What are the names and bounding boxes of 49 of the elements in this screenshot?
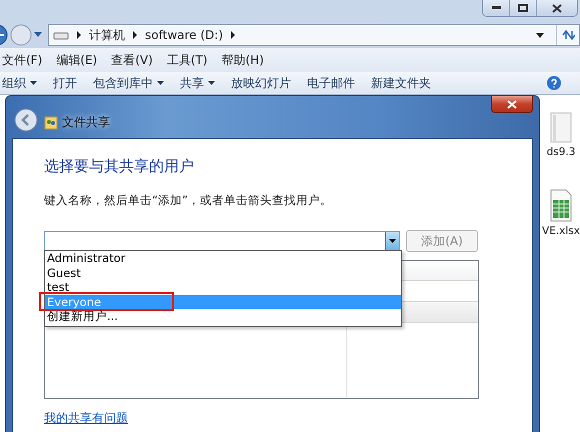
menu-item[interactable]: 编辑(E) (56, 52, 98, 68)
help-link[interactable]: 我的共享有问题 (44, 410, 128, 427)
menu-item[interactable]: 工具(T) (166, 52, 208, 68)
toolbar-button[interactable]: 放映幻灯片 (231, 74, 291, 92)
users-icon (44, 116, 58, 130)
dialog-heading: 选择要与其共享的用户 (44, 157, 195, 176)
file-name[interactable]: VE.xlsx (542, 225, 580, 237)
breadcrumb-arrow-icon[interactable] (77, 31, 81, 39)
breadcrumb[interactable]: 计算机 (89, 26, 125, 44)
toolbar-button[interactable]: 打开 (53, 74, 77, 92)
instruction-text: 键入名称，然后单击“添加”，或者单击箭头查找用户。 (44, 193, 333, 208)
breadcrumb-arrow-icon[interactable] (133, 31, 137, 39)
toolbar-button[interactable]: 共享 (180, 74, 215, 92)
close-button[interactable] (537, 0, 577, 16)
minimize-button[interactable] (483, 0, 510, 16)
breadcrumb-arrow-icon[interactable] (231, 31, 235, 39)
maximize-icon (518, 4, 528, 12)
menu-item[interactable]: 文件(F) (2, 52, 42, 68)
spreadsheet-icon (550, 188, 572, 222)
minimize-icon (492, 6, 500, 10)
caret-icon[interactable] (389, 239, 396, 243)
caret-icon (30, 81, 37, 85)
toolbar-button[interactable]: 新建文件夹 (371, 74, 431, 92)
dropdown-option[interactable]: Guest (45, 266, 401, 280)
caret-icon (208, 81, 215, 85)
close-button[interactable] (491, 96, 534, 113)
back-icon[interactable] (0, 24, 8, 46)
drive-icon (53, 30, 69, 40)
toolbar-button[interactable]: 组织 (2, 74, 37, 92)
menu-item[interactable]: 帮助(H) (222, 52, 264, 68)
back-icon[interactable] (14, 108, 38, 132)
user-combo-box[interactable] (44, 230, 400, 252)
toolbar-button[interactable]: 电子邮件 (307, 74, 355, 92)
breadcrumb[interactable]: software (D:) (145, 28, 223, 42)
file-name[interactable]: ds9.3 (546, 146, 576, 158)
close-icon (507, 100, 518, 108)
caret-icon (157, 81, 164, 85)
close-icon (552, 4, 562, 12)
dialog-title: 文件共享 (62, 114, 110, 131)
address-bar[interactable]: 计算机 software (D:) (48, 24, 580, 46)
caret-icon[interactable] (536, 32, 544, 38)
dropdown-option[interactable]: 创建新用户... (45, 309, 401, 324)
maximize-button[interactable] (510, 0, 537, 16)
help-icon[interactable] (546, 75, 562, 91)
menu-item[interactable]: 查看(V) (111, 52, 153, 68)
toolbar-button[interactable]: 包含到库中 (93, 74, 164, 92)
refresh-icon (561, 29, 575, 41)
dropdown-option[interactable]: test (45, 280, 401, 294)
dropdown-option[interactable]: Administrator (45, 251, 401, 266)
